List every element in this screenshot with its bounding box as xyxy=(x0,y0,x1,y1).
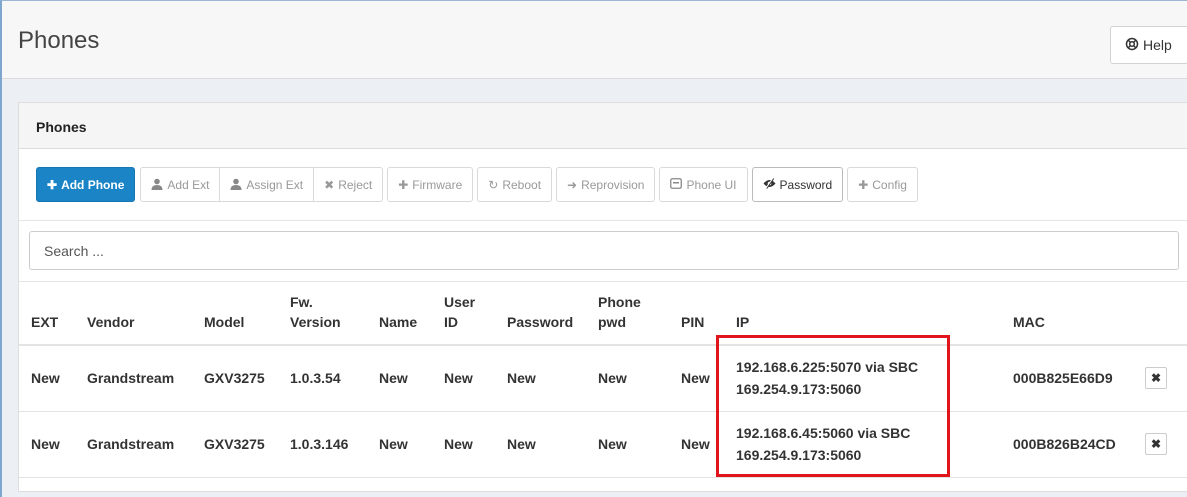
reboot-button[interactable]: ↻ Reboot xyxy=(477,167,553,202)
password-button[interactable]: Password xyxy=(751,167,844,202)
cell-mac: 000B825E66D9 xyxy=(1001,345,1133,412)
close-icon: ✖ xyxy=(1150,437,1162,451)
delete-button[interactable]: ✖ xyxy=(1145,367,1167,390)
close-icon: ✖ xyxy=(324,177,335,192)
cell-vendor: Grandstream xyxy=(75,411,192,478)
search-input[interactable] xyxy=(29,231,1179,270)
cell-ip: 192.168.6.45:5060 via SBC 169.254.9.173:5… xyxy=(724,411,1001,478)
reject-button[interactable]: ✖ Reject xyxy=(313,167,384,202)
add-ext-label: Add Ext xyxy=(167,177,210,192)
refresh-icon: ↻ xyxy=(488,177,499,192)
phone-ui-button[interactable]: Phone UI xyxy=(659,167,748,202)
add-phone-label: Add Phone xyxy=(61,177,125,192)
cell-actions: ✖ xyxy=(1133,345,1187,412)
cell-model: GXV3275 xyxy=(192,411,278,478)
table-row[interactable]: New Grandstream GXV3275 1.0.3.54 New New… xyxy=(19,345,1187,412)
cell-vendor: Grandstream xyxy=(75,345,192,412)
cell-pin: New xyxy=(669,411,724,478)
window-icon xyxy=(670,178,683,191)
cell-ext: New xyxy=(19,411,75,478)
help-button[interactable]: Help xyxy=(1110,26,1187,64)
cell-fw: 1.0.3.54 xyxy=(278,345,367,412)
panel-heading: Phones xyxy=(19,103,1187,149)
firmware-label: Firmware xyxy=(412,177,463,192)
user-icon xyxy=(230,178,242,192)
reject-label: Reject xyxy=(338,177,373,192)
firmware-button[interactable]: ✚ Firmware xyxy=(387,167,474,202)
cell-ext: New xyxy=(19,345,75,412)
cell-password: New xyxy=(495,345,586,412)
cell-user-id: New xyxy=(432,411,495,478)
cell-name: New xyxy=(367,411,432,478)
cell-name: New xyxy=(367,345,432,412)
plus-icon: ✚ xyxy=(858,177,869,192)
phones-panel: Phones ✚ Add Phone Add Ext Assign Ext ✖ … xyxy=(18,102,1187,492)
cell-phone-pwd: New xyxy=(586,345,669,412)
page-header: Phones Help xyxy=(2,1,1187,79)
reboot-label: Reboot xyxy=(502,177,542,192)
phones-table: EXT Vendor Model Fw. Version Name User ID … xyxy=(19,289,1187,478)
cell-user-id: New xyxy=(432,345,495,412)
cell-pin: New xyxy=(669,345,724,412)
col-ip[interactable]: IP xyxy=(724,289,1001,346)
assign-ext-label: Assign Ext xyxy=(246,177,304,192)
lifebuoy-icon xyxy=(1125,37,1139,53)
config-label: Config xyxy=(872,177,907,192)
col-mac[interactable]: MAC xyxy=(1001,289,1133,346)
reprovision-label: Reprovision xyxy=(581,177,645,192)
close-icon: ✖ xyxy=(1150,371,1162,386)
phone-ui-label: Phone UI xyxy=(686,177,737,192)
cell-password: New xyxy=(495,411,586,478)
delete-button[interactable]: ✖ xyxy=(1145,433,1167,455)
col-name[interactable]: Name xyxy=(367,289,432,346)
add-phone-button[interactable]: ✚ Add Phone xyxy=(36,167,136,202)
config-button[interactable]: ✚ Config xyxy=(847,167,918,202)
col-pin[interactable]: PIN xyxy=(669,289,724,346)
plus-icon: ✚ xyxy=(398,177,409,192)
toolbar: ✚ Add Phone Add Ext Assign Ext ✖ Reject … xyxy=(36,167,918,202)
eye-slash-icon xyxy=(763,178,776,191)
col-actions xyxy=(1133,289,1187,346)
divider xyxy=(19,220,1187,221)
add-ext-button[interactable]: Add Ext xyxy=(140,167,221,202)
table-header-row: EXT Vendor Model Fw. Version Name User ID … xyxy=(19,289,1187,346)
col-user-id[interactable]: User ID xyxy=(432,289,495,346)
panel-title: Phones xyxy=(36,119,87,135)
reprovision-button[interactable]: ➜ Reprovision xyxy=(556,167,656,202)
assign-ext-button[interactable]: Assign Ext xyxy=(219,167,315,202)
col-model[interactable]: Model xyxy=(192,289,278,346)
cell-actions: ✖ xyxy=(1133,411,1187,478)
col-password[interactable]: Password xyxy=(495,289,586,346)
divider xyxy=(19,281,1187,282)
col-vendor[interactable]: Vendor xyxy=(75,289,192,346)
user-icon xyxy=(151,178,163,192)
plus-icon: ✚ xyxy=(47,177,58,192)
col-fw-version[interactable]: Fw. Version xyxy=(278,289,367,346)
help-label: Help xyxy=(1143,37,1172,53)
cell-model: GXV3275 xyxy=(192,345,278,412)
page-title: Phones xyxy=(18,27,100,54)
cell-phone-pwd: New xyxy=(586,411,669,478)
arrow-right-icon: ➜ xyxy=(567,177,578,192)
cell-ip: 192.168.6.225:5070 via SBC 169.254.9.173:… xyxy=(724,345,1001,412)
table-row[interactable]: New Grandstream GXV3275 1.0.3.146 New Ne… xyxy=(19,411,1187,478)
password-label: Password xyxy=(779,177,833,192)
col-phone-pwd[interactable]: Phone pwd xyxy=(586,289,669,346)
col-ext[interactable]: EXT xyxy=(19,289,75,346)
cell-fw: 1.0.3.146 xyxy=(278,411,367,478)
cell-mac: 000B826B24CD xyxy=(1001,411,1133,478)
